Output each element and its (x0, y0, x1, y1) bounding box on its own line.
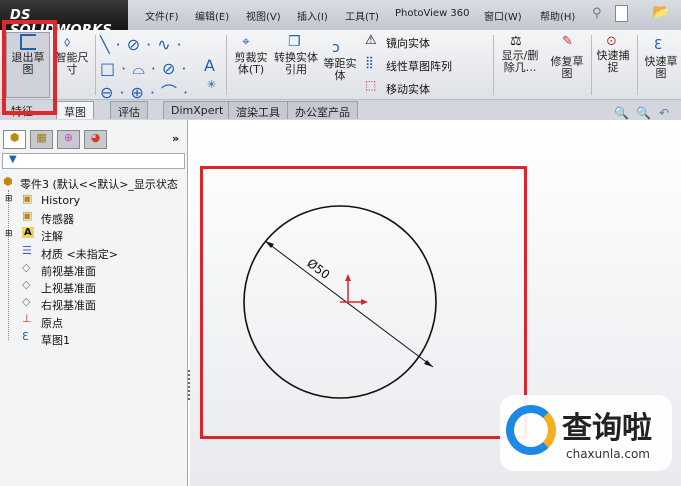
watermark-url: chaxunla.com (566, 447, 650, 461)
watermark-logo-icon (506, 405, 556, 455)
watermark: 查询啦 chaxunla.com (500, 395, 672, 471)
highlight-box-canvas (200, 166, 527, 439)
watermark-name: 查询啦 (562, 411, 652, 446)
highlight-box-exit-sketch (2, 20, 57, 115)
